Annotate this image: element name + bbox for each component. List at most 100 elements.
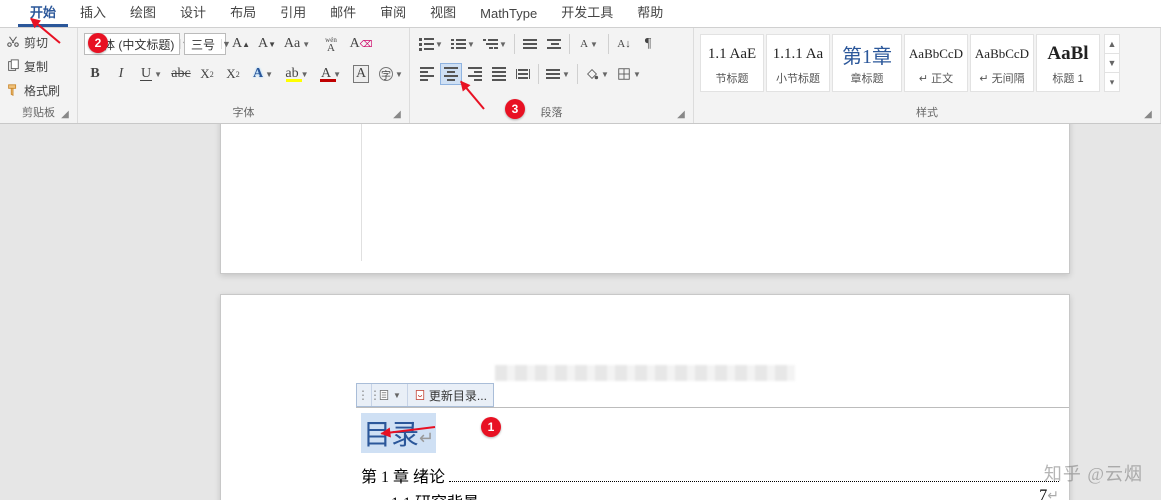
- toc-entry-text: 1.1 研究背景: [391, 489, 479, 500]
- toc-options-button[interactable]: ▼: [371, 384, 407, 406]
- style-name: ↵ 无间隔: [979, 70, 1024, 86]
- watermark: 知乎 @云烟: [1044, 460, 1143, 486]
- document-area[interactable]: ⋮⋮ ▼ 更新目录... 目录↵ 第 1 章 绪论7↵ 1.1 研究背景7↵: [0, 124, 1161, 500]
- change-case-button[interactable]: Aa▼: [282, 33, 312, 55]
- show-marks-button[interactable]: ¶: [637, 33, 659, 55]
- paragraph-mark-icon: ↵: [419, 428, 434, 448]
- page-icon: [378, 389, 390, 401]
- align-left-icon: [420, 66, 434, 82]
- enclose-char-button[interactable]: 字▼: [376, 63, 406, 85]
- style-subsection-title[interactable]: 1.1.1 Aa 小节标题: [766, 34, 830, 92]
- numbering-button[interactable]: ▼: [448, 33, 478, 55]
- bullets-button[interactable]: ▼: [416, 33, 446, 55]
- annotation-badge-3: 3: [505, 99, 525, 119]
- toc-entry-1-1[interactable]: 1.1 研究背景7↵: [391, 489, 1059, 500]
- align-distribute-button[interactable]: [512, 63, 534, 85]
- gallery-up-button[interactable]: ▲: [1105, 35, 1119, 54]
- copy-button[interactable]: 复制: [6, 56, 60, 76]
- increase-indent-button[interactable]: [543, 33, 565, 55]
- gallery-more-button[interactable]: ▾: [1105, 73, 1119, 91]
- style-chapter-title[interactable]: 第1章 章标题: [832, 34, 902, 92]
- toc-title[interactable]: 目录↵: [361, 413, 436, 453]
- tab-draw[interactable]: 绘图: [118, 0, 168, 27]
- tab-review[interactable]: 审阅: [368, 0, 418, 27]
- align-left-button[interactable]: [416, 63, 438, 85]
- style-preview: 1.1 AaE: [708, 40, 756, 68]
- align-justify-button[interactable]: [488, 63, 510, 85]
- clipboard-group-label: 剪贴板: [22, 107, 55, 119]
- align-distribute-icon: [516, 69, 530, 79]
- styles-group-label: 样式: [916, 107, 938, 119]
- styles-gallery: 1.1 AaE 节标题 1.1.1 Aa 小节标题 第1章 章标题 AaBbCc…: [700, 32, 1120, 92]
- char-shading-button[interactable]: A: [350, 63, 372, 85]
- ribbon: 剪切 复制 格式刷 剪贴板 ◢ 宋体 (中文标题): [0, 28, 1161, 124]
- ribbon-tabstrip: 开始 插入 绘图 设计 布局 引用 邮件 审阅 视图 MathType 开发工具…: [0, 0, 1161, 28]
- font-size-combo[interactable]: 三号 ▼: [184, 33, 226, 55]
- refresh-page-icon: [414, 389, 426, 401]
- outdent-icon: [523, 38, 537, 50]
- underline-button[interactable]: U▼: [136, 63, 166, 85]
- style-name: 标题 1: [1052, 70, 1083, 86]
- brush-icon: [6, 83, 20, 97]
- superscript-button[interactable]: X2: [222, 63, 244, 85]
- phonetic-guide-button[interactable]: wén A: [316, 33, 346, 55]
- clear-formatting-button[interactable]: A⌫: [350, 33, 372, 55]
- style-no-spacing[interactable]: AaBbCcD ↵ 无间隔: [970, 34, 1034, 92]
- sort-button[interactable]: A↓: [613, 33, 635, 55]
- style-preview: AaBbCcD: [975, 40, 1029, 68]
- tab-references[interactable]: 引用: [268, 0, 318, 27]
- style-section-title[interactable]: 1.1 AaE 节标题: [700, 34, 764, 92]
- numbering-icon: [451, 39, 465, 49]
- styles-launcher-icon[interactable]: ◢: [1142, 109, 1154, 121]
- toc-field-toolbar: ⋮⋮ ▼ 更新目录...: [356, 383, 494, 407]
- toc-update-label: 更新目录...: [429, 387, 487, 404]
- bold-button[interactable]: B: [84, 63, 106, 85]
- clipboard-launcher-icon[interactable]: ◢: [59, 109, 71, 121]
- strikethrough-button[interactable]: abc: [170, 63, 192, 85]
- italic-button[interactable]: I: [110, 63, 132, 85]
- annotation-badge-2: 2: [88, 33, 108, 53]
- paint-bucket-icon: [585, 67, 599, 81]
- font-launcher-icon[interactable]: ◢: [391, 109, 403, 121]
- previous-page: [220, 124, 1070, 274]
- toc-update-button[interactable]: 更新目录...: [407, 384, 493, 406]
- indent-icon: [547, 38, 561, 50]
- tab-home[interactable]: 开始: [18, 0, 68, 27]
- tab-insert[interactable]: 插入: [68, 0, 118, 27]
- font-group-label: 字体: [233, 107, 255, 119]
- page-header-blurred: [495, 365, 795, 381]
- style-name: 章标题: [851, 70, 884, 86]
- style-preview: 第1章: [842, 40, 892, 68]
- toc-leader-dots: [449, 474, 1059, 482]
- format-painter-button[interactable]: 格式刷: [6, 80, 60, 100]
- font-color-button[interactable]: A▼: [316, 63, 346, 85]
- grow-font-button[interactable]: A▲: [230, 33, 252, 55]
- font-size-value: 三号: [185, 36, 221, 53]
- grip-icon[interactable]: ⋮⋮: [357, 388, 371, 402]
- text-effects-button[interactable]: A▼: [248, 63, 278, 85]
- tab-mathtype[interactable]: MathType: [468, 2, 549, 27]
- decrease-indent-button[interactable]: [519, 33, 541, 55]
- paragraph-launcher-icon[interactable]: ◢: [675, 109, 687, 121]
- shading-button[interactable]: ▼: [582, 63, 612, 85]
- borders-button[interactable]: ▼: [614, 63, 644, 85]
- tab-design[interactable]: 设计: [168, 0, 218, 27]
- tab-view[interactable]: 视图: [418, 0, 468, 27]
- multilevel-list-button[interactable]: ▼: [480, 33, 510, 55]
- style-normal[interactable]: AaBbCcD ↵ 正文: [904, 34, 968, 92]
- scissors-icon: [6, 35, 20, 49]
- line-spacing-button[interactable]: ▼: [543, 63, 573, 85]
- gallery-down-button[interactable]: ▼: [1105, 54, 1119, 73]
- highlight-color-swatch: [286, 79, 302, 82]
- tab-mailings[interactable]: 邮件: [318, 0, 368, 27]
- tab-layout[interactable]: 布局: [218, 0, 268, 27]
- asian-layout-button[interactable]: A▼: [574, 33, 604, 55]
- highlight-button[interactable]: ab▼: [282, 63, 312, 85]
- line-spacing-icon: [546, 68, 560, 80]
- shrink-font-button[interactable]: A▼: [256, 33, 278, 55]
- tab-help[interactable]: 帮助: [625, 0, 675, 27]
- style-heading-1[interactable]: AaBl 标题 1: [1036, 34, 1100, 92]
- tab-developer[interactable]: 开发工具: [549, 0, 625, 27]
- annotation-badge-1: 1: [481, 417, 501, 437]
- subscript-button[interactable]: X2: [196, 63, 218, 85]
